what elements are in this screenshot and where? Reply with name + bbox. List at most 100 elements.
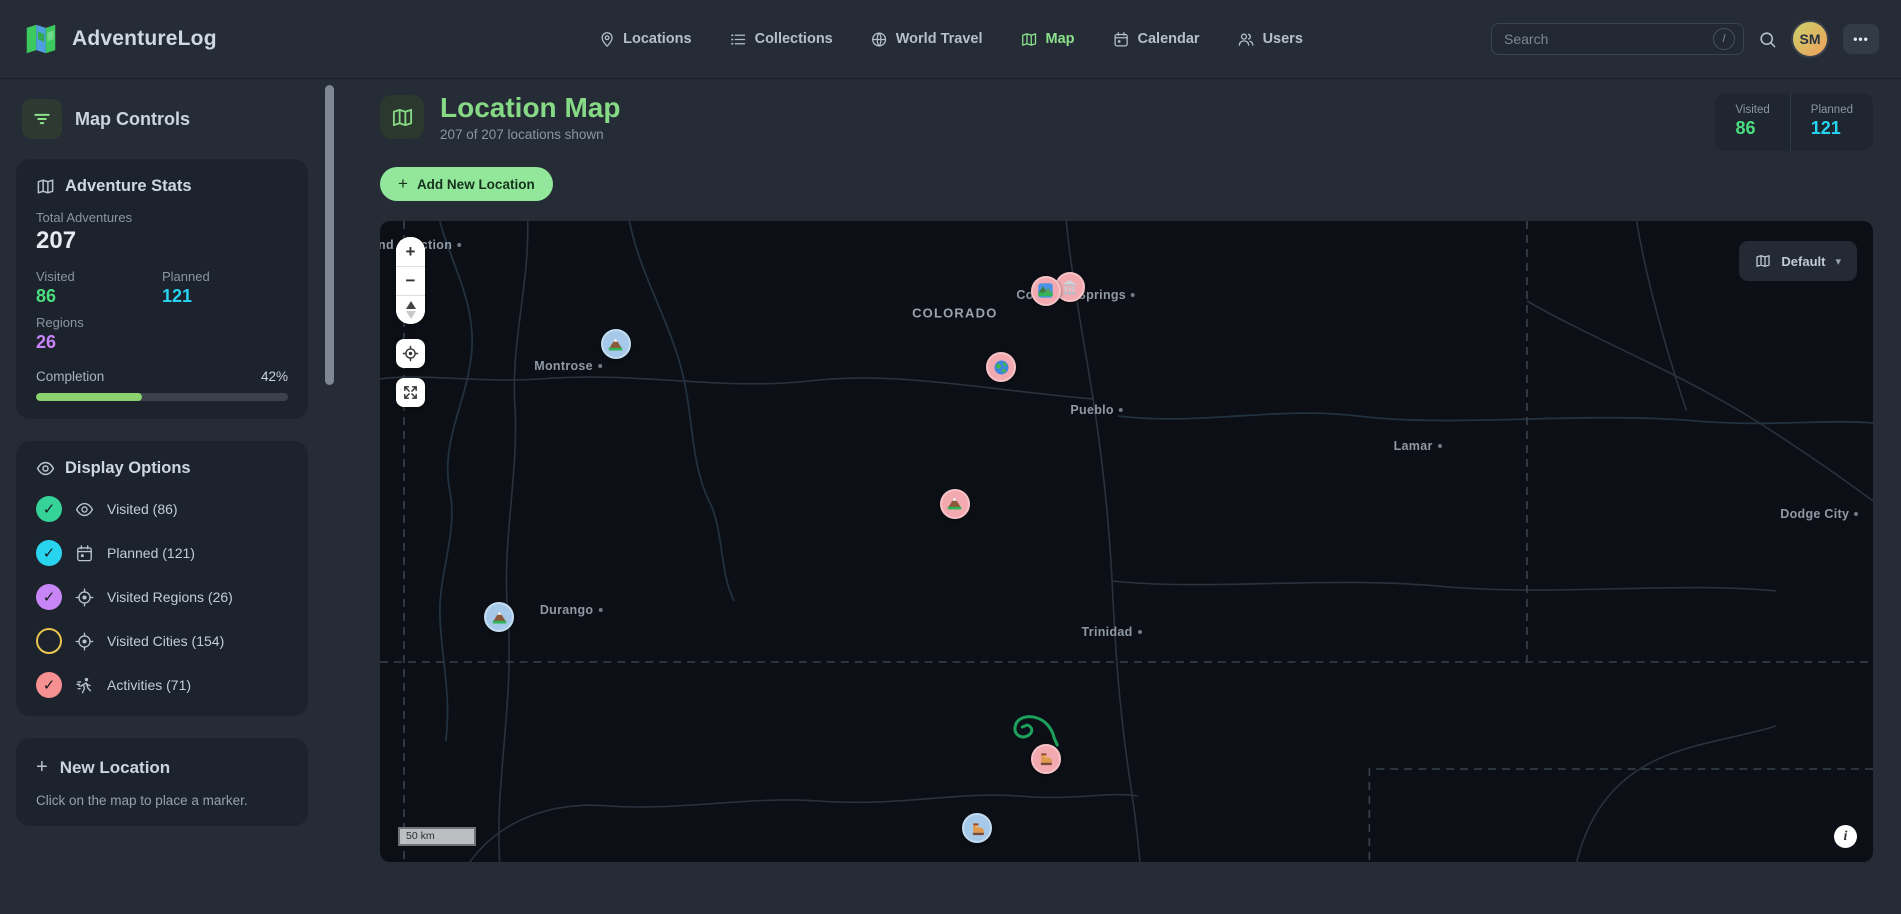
map-base-layer (380, 221, 1873, 862)
stats-title: Adventure Stats (65, 177, 192, 196)
map-marker-mountain-visited[interactable] (601, 329, 631, 359)
counts-visited-value: 86 (1735, 118, 1769, 139)
nav-item-collections[interactable]: Collections (730, 31, 833, 48)
display-option-row[interactable]: ✓Planned (121) (36, 540, 288, 566)
map-marker-mountain-planned[interactable] (940, 489, 970, 519)
nav-item-map[interactable]: Map (1021, 31, 1075, 48)
page-title: Location Map (440, 93, 620, 124)
nav-item-world-travel[interactable]: World Travel (871, 31, 983, 48)
mountain-icon (491, 609, 508, 626)
visited-label: Visited (36, 269, 162, 284)
nav-label: Collections (755, 31, 833, 47)
locate-icon (402, 345, 419, 362)
zoom-out-button[interactable]: − (396, 266, 425, 295)
pin-icon (598, 31, 615, 48)
map-marker-boot-visited[interactable] (962, 813, 992, 843)
attribution-info-button[interactable]: i (1834, 825, 1857, 848)
calendar-icon (75, 544, 94, 563)
display-option-row[interactable]: ✓ Visited (86) (36, 496, 288, 522)
nav-label: Locations (623, 31, 691, 47)
brand[interactable]: AdventureLog (22, 20, 217, 58)
map-marker-boot-planned[interactable] (1031, 744, 1061, 774)
checkbox-checked[interactable]: ✓ (36, 584, 62, 610)
calendar-icon (1113, 31, 1130, 48)
map-scale-bar: 50 km (398, 827, 476, 846)
nav-item-calendar[interactable]: Calendar (1113, 31, 1200, 48)
scrollbar-thumb[interactable] (325, 85, 334, 385)
checkbox-checked[interactable]: ✓ (36, 540, 62, 566)
search-input[interactable] (1504, 31, 1713, 47)
map-icon (1021, 31, 1038, 48)
building-icon (1061, 279, 1078, 296)
filter-icon (32, 109, 52, 129)
completion-progress-fill (36, 393, 142, 401)
top-navbar: AdventureLog Locations Collections World… (0, 0, 1901, 79)
checkbox-checked[interactable]: ✓ (36, 496, 62, 522)
display-options-title: Display Options (65, 459, 191, 478)
completion-percent: 42% (261, 369, 288, 384)
more-menu-button[interactable]: ••• (1843, 24, 1879, 54)
eye-icon (36, 459, 55, 478)
basemap-style-button[interactable]: Default ▾ (1739, 241, 1857, 281)
page-scrollbar[interactable] (322, 79, 338, 914)
main-content: Location Map 207 of 207 locations shown … (338, 79, 1901, 914)
plus-icon: + (36, 756, 48, 779)
map-marker-mountain-visited[interactable] (484, 602, 514, 632)
new-location-card: + New Location Click on the map to place… (16, 738, 308, 826)
search-box: / (1491, 23, 1744, 55)
avatar[interactable]: SM (1791, 20, 1829, 58)
list-icon (730, 31, 747, 48)
plus-icon: + (398, 174, 408, 194)
mountain-icon (607, 336, 624, 353)
target-icon (75, 632, 94, 651)
new-location-hint: Click on the map to place a marker. (36, 793, 288, 808)
map-city-label: Durango (540, 603, 603, 617)
zoom-in-button[interactable]: + (396, 237, 425, 266)
map-marker-globe-planned[interactable] (986, 352, 1016, 382)
page-subtitle: 207 of 207 locations shown (440, 127, 620, 142)
basemap-style-label: Default (1781, 254, 1825, 269)
locate-button[interactable] (396, 339, 425, 368)
globe-icon (871, 31, 888, 48)
visited-value: 86 (36, 286, 162, 307)
eye-icon (75, 500, 94, 519)
map-city-label: Dodge City (1780, 507, 1858, 521)
map-city-label: Lamar (1394, 439, 1442, 453)
boot-icon (1037, 750, 1054, 767)
adventure-stats-card: Adventure Stats Total Adventures 207 Vis… (16, 159, 308, 419)
total-adventures-label: Total Adventures (36, 210, 288, 225)
display-option-row[interactable]: ✓ Activities (71) (36, 672, 288, 698)
counts-planned-label: Planned (1811, 104, 1853, 116)
search-button[interactable] (1758, 30, 1777, 49)
fullscreen-button[interactable] (396, 378, 425, 407)
compass-button[interactable] (396, 295, 425, 324)
adventurelog-logo-icon (22, 20, 60, 58)
nav-item-users[interactable]: Users (1238, 31, 1303, 48)
map-city-label: Trinidad (1082, 625, 1142, 639)
map-zoom-controls: + − (396, 237, 425, 324)
display-option-label: Visited Cities (154) (107, 633, 224, 649)
visited-planned-counts: Visited 86 Planned 121 (1715, 93, 1873, 151)
checkbox-checked[interactable]: ✓ (36, 672, 62, 698)
brand-name: AdventureLog (72, 27, 217, 51)
completion-label: Completion (36, 369, 104, 384)
add-new-location-button[interactable]: + Add New Location (380, 167, 553, 201)
map-marker-park-planned[interactable] (1031, 276, 1061, 306)
runner-icon (75, 676, 94, 695)
map-city-label: Pueblo (1070, 403, 1122, 417)
park-icon (1037, 282, 1054, 299)
nav-menu: Locations Collections World Travel Map C… (598, 31, 1303, 48)
display-option-row[interactable]: Visited Cities (154) (36, 628, 288, 654)
activity-trail (1015, 717, 1057, 745)
sidebar-title: Map Controls (75, 109, 190, 130)
search-icon (1758, 30, 1777, 49)
checkbox-unchecked[interactable] (36, 628, 62, 654)
completion-progress-bar (36, 393, 288, 401)
regions-value: 26 (36, 332, 288, 353)
total-adventures-value: 207 (36, 227, 288, 255)
display-option-label: Visited (86) (107, 501, 178, 517)
display-option-label: Activities (71) (107, 677, 191, 693)
nav-item-locations[interactable]: Locations (598, 31, 691, 48)
display-option-row[interactable]: ✓Visited Regions (26) (36, 584, 288, 610)
location-map[interactable]: Grand JunctionCOLORADOColorado SpringsMo… (380, 221, 1873, 862)
